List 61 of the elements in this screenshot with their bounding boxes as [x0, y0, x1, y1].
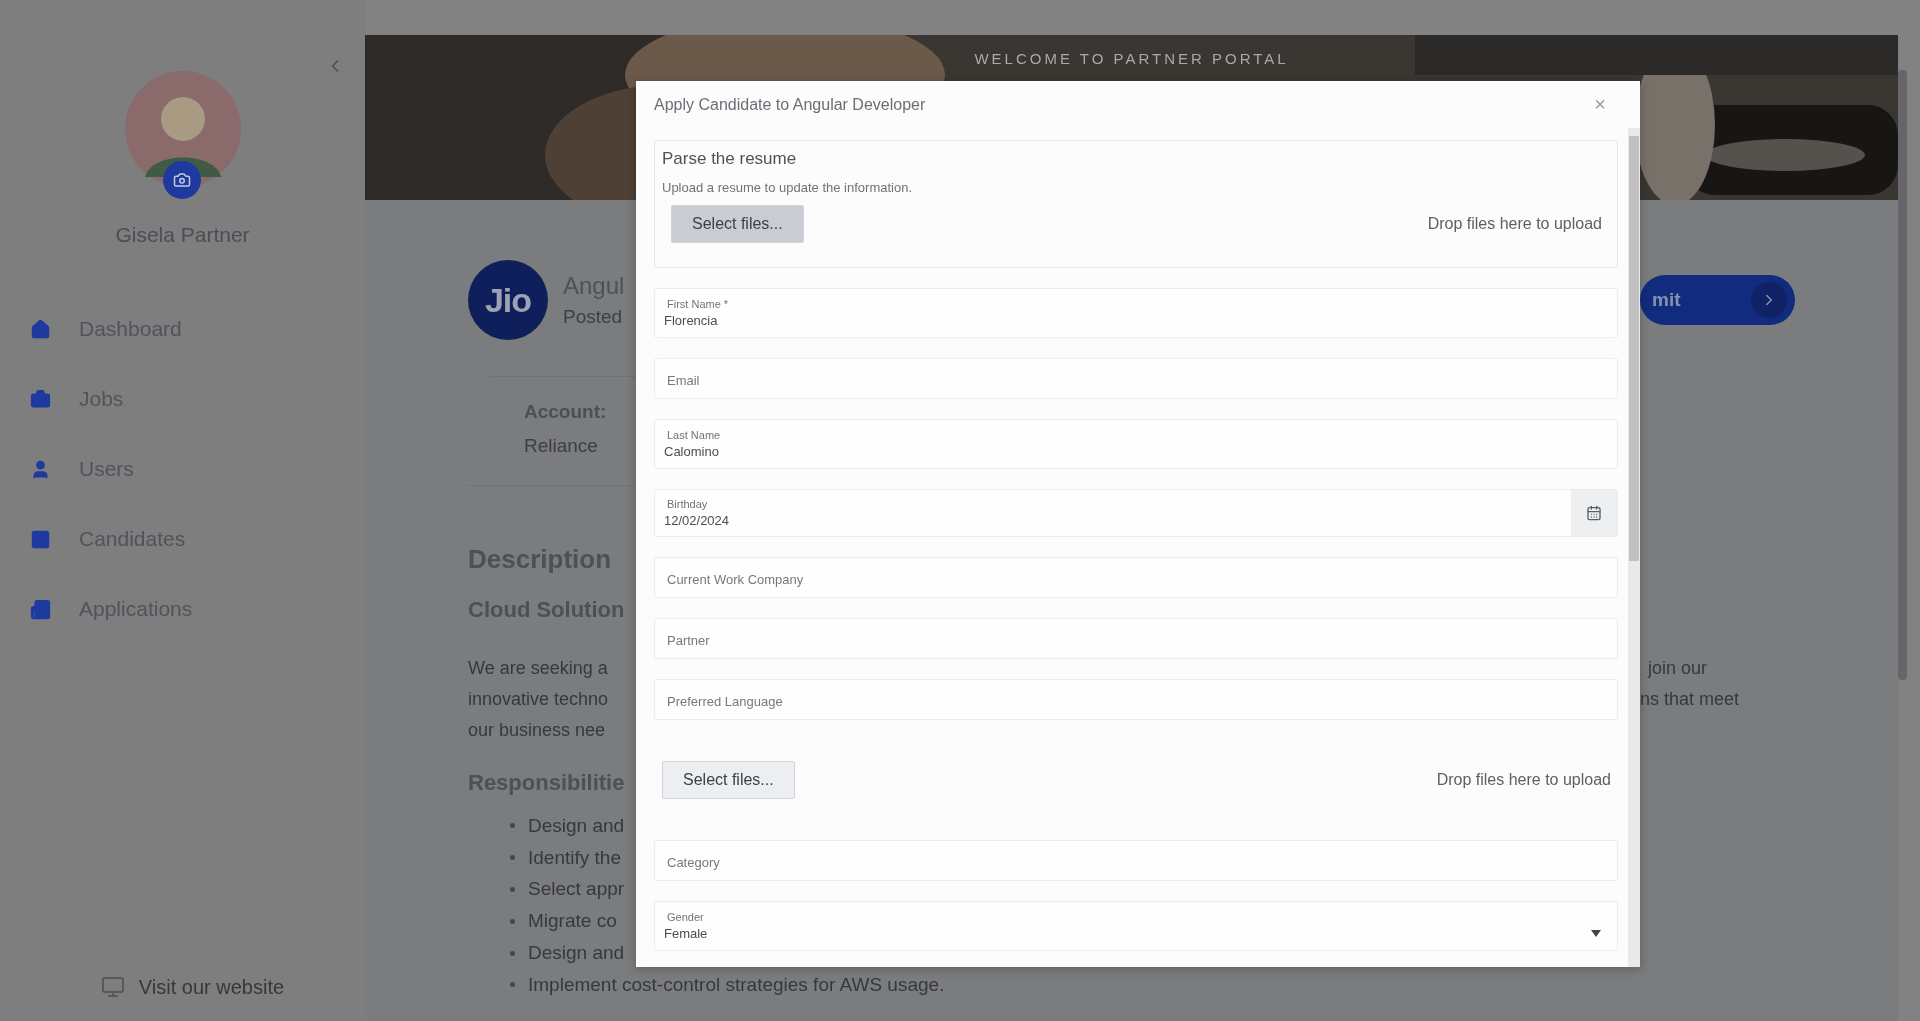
date-input[interactable]: 12/02/2024 [664, 510, 1562, 528]
nav-icon [30, 528, 52, 550]
select-field[interactable]: Gender Female [654, 901, 1618, 951]
list-item: Identify the [528, 846, 621, 869]
banner-title: WELCOME TO PARTNER PORTAL [974, 50, 1289, 68]
field-label: First Name * [666, 298, 730, 310]
caret-icon [1591, 930, 1601, 937]
field-label: Gender [666, 911, 705, 923]
drop-zone-text: Drop files here to upload [1436, 771, 1611, 789]
select-files-button[interactable]: Select files... [671, 205, 804, 243]
text-field[interactable]: Partner [654, 618, 1618, 659]
list-item: Migrate co [528, 910, 617, 933]
dialog-title: Apply Candidate to Angular Developer [654, 95, 926, 114]
posted-date: Posted [563, 306, 624, 328]
text-input[interactable]: Category [664, 851, 1608, 870]
bullet-dot [510, 918, 515, 924]
text-field[interactable]: Preferred Language [654, 679, 1618, 720]
nav-icon [30, 388, 52, 410]
nav-icon [30, 318, 52, 340]
date-field[interactable]: Birthday 12/02/2024 [654, 489, 1618, 537]
text-input[interactable]: Calomino [664, 441, 1608, 459]
field-label: Last Name [666, 429, 722, 441]
description-text: We are seeking a [468, 658, 609, 679]
list-item: Implement cost-control strategies for AWS usage. [528, 973, 945, 996]
chevron-icon [1751, 282, 1787, 318]
account-value: Reliance [524, 435, 598, 457]
panel-hint: Upload a resume to update the information. [662, 180, 914, 195]
calendar-button[interactable] [1571, 490, 1617, 536]
text-field[interactable]: Email [654, 358, 1618, 399]
bullet-dot [510, 950, 515, 956]
nav-icon [30, 598, 52, 620]
bullet-dot [510, 823, 515, 829]
field-label: Birthday [666, 498, 709, 510]
text-field[interactable]: Current Work Company [654, 557, 1618, 598]
description-text: our business nee [468, 720, 607, 741]
text-input[interactable]: Email [664, 369, 1608, 388]
scrollbar-thumb[interactable] [1629, 136, 1639, 561]
description-text: innovative techno [468, 689, 610, 710]
text-field[interactable]: Last Name Calomino [654, 419, 1618, 469]
select-files-button[interactable]: Select files... [662, 761, 795, 799]
text-field[interactable]: Category [654, 840, 1618, 881]
panel-title: Parse the resume [662, 149, 798, 169]
description-text: ns that meet [1640, 689, 1740, 710]
calendar-icon [1586, 505, 1602, 521]
text-input[interactable]: Florencia [664, 310, 1608, 328]
monitor-icon [100, 975, 125, 999]
text-input[interactable]: Partner [664, 629, 1608, 648]
submit-button[interactable]: mit [1640, 275, 1795, 325]
list-item: Select appr [528, 878, 625, 901]
bullet-dot [510, 887, 515, 892]
company-logo: Jio [468, 260, 548, 340]
text-field[interactable]: First Name * Florencia [654, 288, 1618, 338]
description-text: join our [1646, 658, 1709, 679]
text-input[interactable]: Preferred Language [664, 690, 1608, 709]
scrollbar-thumb[interactable] [1898, 70, 1907, 680]
list-item: Design and [528, 814, 625, 837]
bullet-dot [510, 982, 515, 988]
bullet-dot [510, 855, 515, 861]
list-item: Design and [528, 942, 625, 965]
drop-zone-text: Drop files here to upload [1427, 215, 1602, 233]
text-input[interactable]: Current Work Company [664, 568, 1608, 587]
